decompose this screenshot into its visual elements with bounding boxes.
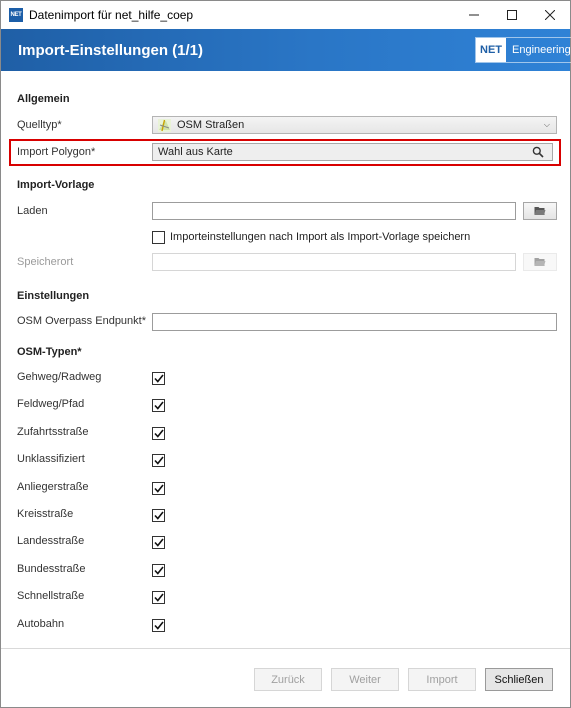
back-button[interactable]: Zurück — [254, 668, 322, 691]
osm-type-label: Unklassifiziert — [17, 453, 85, 465]
overpass-endpoint-input[interactable] — [152, 313, 557, 331]
checkmark-icon — [153, 374, 164, 383]
net-logo-icon: NET — [9, 8, 23, 22]
checkmark-icon — [153, 456, 164, 465]
osm-type-label: Kreisstraße — [17, 508, 74, 520]
minimize-button[interactable] — [457, 1, 491, 29]
osm-type-checkbox[interactable] — [152, 509, 165, 522]
osm-type-label: Feldweg/Pfad — [17, 398, 85, 410]
import-polygon-value: Wahl aus Karte — [158, 146, 233, 158]
search-icon — [532, 146, 544, 158]
osm-type-checkbox[interactable] — [152, 427, 165, 440]
save-template-label: Importeinstellungen nach Import als Impo… — [170, 231, 471, 243]
osm-type-checkbox[interactable] — [152, 619, 165, 632]
save-template-checkbox[interactable] — [152, 231, 165, 244]
checkmark-icon — [153, 593, 164, 602]
overpass-endpoint-label: OSM Overpass Endpunkt* — [17, 315, 147, 327]
import-polygon-label: Import Polygon* — [17, 146, 96, 158]
import-polygon-field[interactable]: Wahl aus Karte — [152, 143, 553, 161]
settings-content: Allgemein Quelltyp* OSM Straßen ⌵ Import… — [1, 71, 570, 648]
import-button[interactable]: Import — [408, 668, 476, 691]
header-banner: Import-Einstellungen (1/1) NET Engineeri… — [1, 29, 571, 71]
brand-logo: NET Engineering — [475, 37, 571, 63]
checkmark-icon — [153, 538, 164, 547]
osm-type-label: Zufahrtsstraße — [17, 426, 89, 438]
next-button[interactable]: Weiter — [331, 668, 399, 691]
load-template-input[interactable] — [152, 202, 516, 220]
osm-road-icon — [158, 118, 171, 132]
title-bar: NET Datenimport für net_hilfe_coep — [1, 1, 570, 29]
osm-type-checkbox[interactable] — [152, 372, 165, 385]
checkmark-icon — [153, 429, 164, 438]
checkmark-icon — [153, 566, 164, 575]
chevron-down-icon: ⌵ — [543, 120, 550, 129]
folder-open-icon — [534, 258, 546, 266]
folder-open-icon — [534, 207, 546, 215]
load-browse-button[interactable] — [523, 202, 557, 220]
osm-type-checkbox[interactable] — [152, 454, 165, 467]
close-icon — [545, 10, 555, 20]
storage-location-label: Speicherort — [17, 256, 74, 268]
section-osm-types: OSM-Typen* — [17, 346, 82, 358]
source-type-value: OSM Straßen — [177, 119, 245, 131]
section-settings: Einstellungen — [17, 290, 90, 302]
source-type-dropdown[interactable]: OSM Straßen ⌵ — [152, 116, 557, 134]
osm-type-checkbox[interactable] — [152, 482, 165, 495]
checkmark-icon — [153, 621, 164, 630]
maximize-button[interactable] — [495, 1, 529, 29]
osm-type-label: Schnellstraße — [17, 590, 85, 602]
osm-type-label: Gehweg/Radweg — [17, 371, 102, 383]
checkmark-icon — [153, 401, 164, 410]
osm-type-checkbox[interactable] — [152, 564, 165, 577]
osm-type-checkbox[interactable] — [152, 536, 165, 549]
import-dialog-window: NET Datenimport für net_hilfe_coep Impor… — [0, 0, 571, 708]
osm-type-label: Landesstraße — [17, 535, 85, 547]
load-label: Laden — [17, 205, 48, 217]
maximize-icon — [507, 10, 517, 20]
storage-location-input[interactable] — [152, 253, 516, 271]
osm-type-label: Bundesstraße — [17, 563, 86, 575]
footer-divider — [1, 648, 570, 649]
osm-type-label: Autobahn — [17, 618, 65, 630]
window-title: Datenimport für net_hilfe_coep — [29, 8, 194, 22]
close-button[interactable]: Schließen — [485, 668, 553, 691]
brand-net: NET — [476, 38, 506, 62]
section-general: Allgemein — [17, 93, 70, 105]
osm-type-checkbox[interactable] — [152, 399, 165, 412]
close-window-button[interactable] — [533, 1, 567, 29]
page-title: Import-Einstellungen (1/1) — [18, 42, 204, 59]
storage-browse-button[interactable] — [523, 253, 557, 271]
checkmark-icon — [153, 511, 164, 520]
section-import-template: Import-Vorlage — [17, 179, 95, 191]
brand-engineering: Engineering — [512, 44, 571, 56]
checkmark-icon — [153, 484, 164, 493]
osm-type-label: Anliegerstraße — [17, 481, 89, 493]
minimize-icon — [469, 14, 479, 16]
osm-type-checkbox[interactable] — [152, 591, 165, 604]
source-type-label: Quelltyp* — [17, 119, 62, 131]
